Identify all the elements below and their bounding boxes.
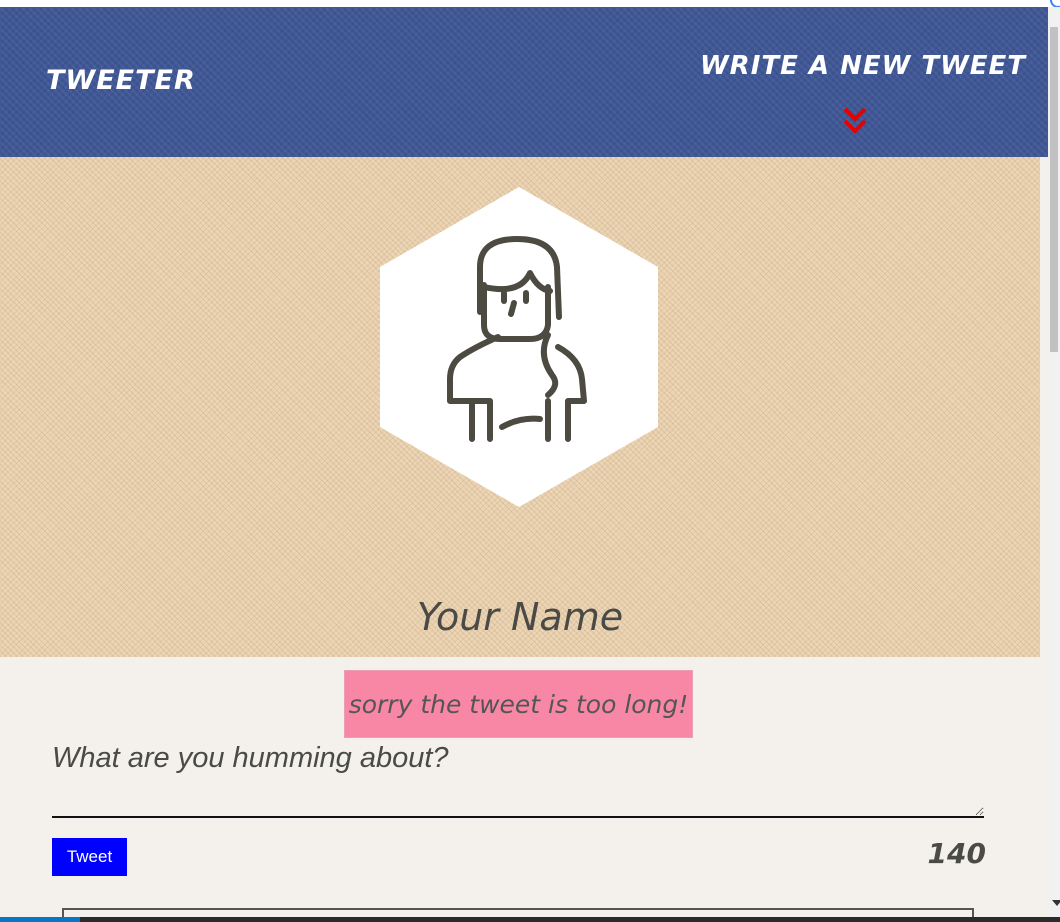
profile-name: Your Name	[416, 595, 624, 639]
error-message: sorry the tweet is too long!	[344, 670, 693, 738]
navbar: TWEETER WRITE A NEW TWEET	[0, 7, 1048, 157]
character-counter: 140	[927, 837, 986, 870]
page-viewport: TWEETER WRITE A NEW TWEET Your Name sorr…	[0, 7, 1048, 917]
write-new-tweet-toggle[interactable]: WRITE A NEW TWEET	[700, 51, 1026, 81]
tweet-button[interactable]: Tweet	[52, 838, 127, 876]
tweet-textarea[interactable]	[52, 740, 984, 818]
brand-logo[interactable]: TWEETER	[46, 65, 196, 96]
avatar	[380, 187, 658, 507]
scrollbar-thumb[interactable]	[1050, 27, 1058, 352]
scroll-down-arrow-icon[interactable]	[1052, 900, 1060, 906]
profile-header: Your Name	[0, 157, 1040, 657]
chevron-double-down-icon[interactable]	[841, 105, 869, 137]
taskbar-start	[0, 917, 80, 922]
browser-top-strip	[0, 0, 1060, 7]
scrollbar[interactable]	[1048, 7, 1060, 917]
tweet-card	[62, 908, 974, 917]
taskbar	[0, 917, 1060, 922]
